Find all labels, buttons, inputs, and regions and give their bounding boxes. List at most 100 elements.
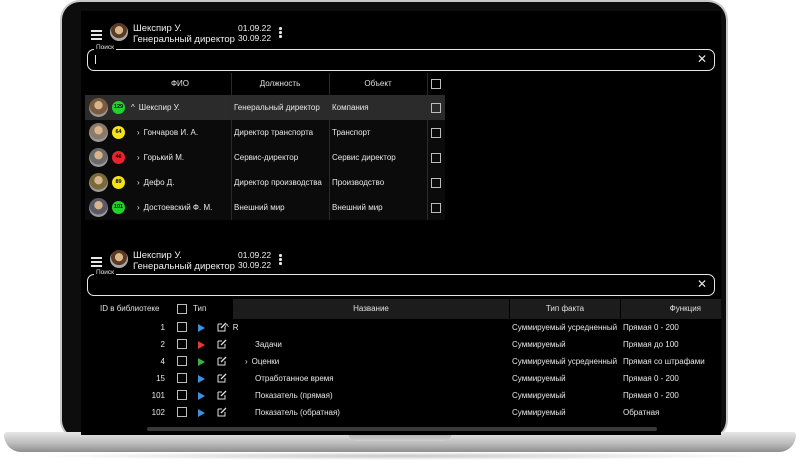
- column-position[interactable]: Должность: [231, 73, 329, 95]
- employee-name-cell[interactable]: › Гончаров И. А.: [137, 120, 198, 145]
- fact-type: Суммируемый: [512, 391, 566, 400]
- chevron-right-icon[interactable]: ›: [137, 145, 140, 170]
- indicator-name-cell[interactable]: ^ R: [225, 319, 239, 336]
- type-icon: [198, 375, 205, 383]
- user-avatar[interactable]: [110, 250, 128, 268]
- employee-name-cell[interactable]: › Достоевский Ф. М.: [137, 195, 212, 220]
- function: Прямая 0 - 200: [623, 323, 679, 332]
- indicator-name: Показатель (прямая): [255, 391, 333, 400]
- row-checkbox[interactable]: [431, 153, 441, 163]
- edit-icon[interactable]: [217, 407, 227, 417]
- indicator-name-cell[interactable]: Показатель (обратная): [255, 404, 340, 421]
- clear-search-icon[interactable]: ✕: [697, 277, 707, 291]
- column-divider: [231, 73, 232, 220]
- table-row[interactable]: 64 › Гончаров И. А. Директор транспорта Тран…: [85, 120, 445, 145]
- employee-name-cell[interactable]: › Дефо Д.: [137, 170, 174, 195]
- column-fio[interactable]: ФИО: [129, 73, 231, 95]
- employee-name: Шекспир У.: [138, 103, 180, 112]
- library-id: 2: [160, 340, 165, 349]
- employee-name: Горький М.: [143, 153, 185, 162]
- user-name: Шекспир У.: [133, 23, 182, 34]
- more-options-icon[interactable]: [279, 27, 283, 39]
- edit-icon[interactable]: [217, 339, 227, 349]
- indicator-name-cell[interactable]: Задачи: [255, 336, 282, 353]
- row-checkbox[interactable]: [177, 390, 187, 400]
- chevron-up-icon[interactable]: ^: [131, 95, 135, 120]
- table-row[interactable]: 4 › Оценки Суммируемый усредненный Прямая со…: [85, 353, 721, 370]
- type-icon: [198, 341, 205, 349]
- search-field[interactable]: Поиск ✕: [87, 44, 715, 71]
- employee-position: Сервис-директор: [234, 153, 299, 162]
- chevron-right-icon[interactable]: ›: [245, 353, 248, 370]
- table-row[interactable]: 89 › Дефо Д. Директор производства Производс…: [85, 170, 445, 195]
- employee-name-cell[interactable]: › Горький М.: [137, 145, 184, 170]
- employee-name-cell[interactable]: ^ Шекспир У.: [131, 95, 180, 120]
- table-row[interactable]: 129 ^ Шекспир У. Генеральный директор Компан…: [85, 95, 445, 120]
- employees-table-header: ФИО Должность Объект: [85, 73, 445, 95]
- select-all-checkbox[interactable]: [431, 79, 441, 89]
- row-checkbox[interactable]: [177, 322, 187, 332]
- type-icon: [198, 392, 205, 400]
- indicator-name: Задачи: [255, 340, 282, 349]
- employees-table: ФИО Должность Объект 129 ^ Шекспир У. Генер…: [85, 73, 445, 220]
- edit-icon[interactable]: [217, 356, 227, 366]
- function: Прямая 0 - 200: [623, 391, 679, 400]
- employee-portrait: [89, 198, 108, 217]
- horizontal-scrollbar[interactable]: [147, 427, 657, 431]
- function: Прямая до 100: [623, 340, 679, 349]
- table-row[interactable]: 1 ^ R Суммируемый усредненный Прямая 0 - 200: [85, 319, 721, 336]
- row-checkbox[interactable]: [431, 178, 441, 188]
- employee-position: Директор производства: [234, 178, 322, 187]
- column-name[interactable]: Название: [233, 299, 509, 319]
- function: Прямая 0 - 200: [623, 374, 679, 383]
- score-badge: 64: [112, 126, 125, 139]
- row-checkbox[interactable]: [177, 356, 187, 366]
- user-avatar[interactable]: [110, 23, 128, 41]
- select-all-checkbox[interactable]: [177, 304, 187, 314]
- employee-name: Дефо Д.: [143, 178, 175, 187]
- column-function[interactable]: Функция: [621, 299, 721, 319]
- employee-portrait: [89, 98, 108, 117]
- menu-icon[interactable]: [91, 30, 102, 40]
- user-role: Генеральный директор: [133, 34, 235, 45]
- edit-icon[interactable]: [217, 373, 227, 383]
- row-checkbox[interactable]: [177, 407, 187, 417]
- table-row[interactable]: 101 Показатель (прямая) Суммируемый Прямая …: [85, 387, 721, 404]
- column-library-id[interactable]: ID в библиотеке: [85, 299, 173, 319]
- row-checkbox[interactable]: [431, 128, 441, 138]
- chevron-right-icon[interactable]: ›: [137, 170, 140, 195]
- table-row[interactable]: 46 › Горький М. Сервис-директор Сервис дирек…: [85, 145, 445, 170]
- fact-type: Суммируемый усредненный: [512, 323, 618, 332]
- menu-icon[interactable]: [91, 257, 102, 267]
- row-checkbox[interactable]: [431, 203, 441, 213]
- chevron-right-icon[interactable]: ›: [137, 120, 140, 145]
- column-fact-type[interactable]: Тип факта: [510, 299, 620, 319]
- search-caret: [95, 55, 96, 64]
- chevron-right-icon[interactable]: ›: [137, 195, 140, 220]
- fact-type: Суммируемый: [512, 374, 566, 383]
- clear-search-icon[interactable]: ✕: [697, 52, 707, 66]
- employee-name: Гончаров И. А.: [143, 128, 199, 137]
- indicator-name: R: [232, 323, 239, 332]
- search-field[interactable]: Поиск ✕: [87, 269, 715, 296]
- table-row[interactable]: 2 Задачи Суммируемый Прямая до 100: [85, 336, 721, 353]
- column-type[interactable]: Тип: [193, 299, 213, 319]
- table-row[interactable]: 102 Показатель (обратная) Суммируемый Обрат…: [85, 404, 721, 421]
- employee-portrait: [89, 148, 108, 167]
- column-object[interactable]: Объект: [329, 73, 427, 95]
- date-from: 01.09.22: [238, 23, 272, 33]
- user-name: Шекспир У.: [133, 250, 182, 261]
- more-options-icon[interactable]: [279, 254, 283, 266]
- indicator-name-cell[interactable]: Показатель (прямая): [255, 387, 333, 404]
- score-badge: 46: [112, 151, 125, 164]
- table-row[interactable]: 15 Отработанное время Суммируемый Прямая 0 …: [85, 370, 721, 387]
- edit-icon[interactable]: [217, 390, 227, 400]
- indicator-name-cell[interactable]: Отработанное время: [255, 370, 334, 387]
- row-checkbox[interactable]: [431, 103, 441, 113]
- row-checkbox[interactable]: [177, 339, 187, 349]
- table-row[interactable]: 101 › Достоевский Ф. М. Внешний мир Внешний …: [85, 195, 445, 220]
- row-checkbox[interactable]: [177, 373, 187, 383]
- type-icon: [198, 324, 205, 332]
- indicator-name-cell[interactable]: › Оценки: [245, 353, 279, 370]
- chevron-down-icon[interactable]: ^: [225, 319, 229, 336]
